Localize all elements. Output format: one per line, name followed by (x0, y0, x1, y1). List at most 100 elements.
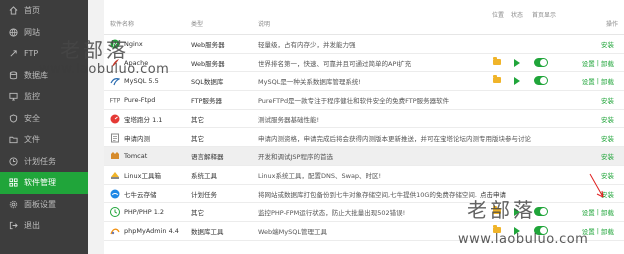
home-display-toggle[interactable] (534, 57, 548, 67)
uninstall-button[interactable]: 卸载 (601, 207, 614, 217)
header-operation: 操作 (606, 21, 619, 28)
software-name: 宝塔跑分 1.1 (110, 110, 190, 128)
sidebar-item-label: 网站 (24, 27, 40, 37)
qiniu-cloud-icon (110, 189, 120, 199)
header-name[interactable]: 软件名称 (110, 19, 134, 28)
header-home-display: 首页显示 (532, 12, 557, 19)
sidebar-item-label: 首页 (24, 6, 40, 16)
sidebar-item-label: FTP (24, 49, 39, 59)
install-button[interactable]: 安装 (601, 189, 614, 199)
row-actions: 安装 (580, 166, 624, 184)
sidebar-item-label: 面板设置 (24, 199, 56, 209)
software-table: 软件名称 类型 说明 位置 状态 首页显示 操作 N Nginx Web服务器 … (104, 0, 624, 254)
settings-button[interactable]: 设置 (582, 76, 595, 86)
folder-icon[interactable] (493, 56, 501, 65)
ftp-logo-icon: FTP (110, 95, 120, 105)
watermark-url: www.laobuluo.com (39, 62, 170, 77)
watermark-url: www.laobuluo.com (458, 232, 589, 247)
row-actions: 设置 | 卸载 (581, 76, 614, 87)
header-status: 状态 (511, 12, 524, 19)
table-row: 宝塔跑分 1.1 其它 测试服务器基础性能! 安装 (104, 110, 624, 129)
uninstall-button[interactable]: 卸载 (601, 58, 614, 68)
sidebar-item-label: 文件 (24, 135, 40, 145)
table-row: 七牛云存储 计划任务 将网站或数据库打包备份到七牛对象存储空间,七牛提供10G的… (104, 185, 624, 204)
install-button[interactable]: 安装 (601, 39, 614, 49)
uninstall-button[interactable]: 卸载 (601, 76, 614, 86)
software-name: phpMyAdmin 4.4 (110, 222, 190, 240)
software-type: 系统工具 (191, 171, 217, 180)
clock-icon (8, 156, 18, 166)
software-name: Tomcat (110, 147, 190, 165)
settings-button[interactable]: 设置 (582, 58, 595, 68)
header-type[interactable]: 类型 (191, 19, 203, 28)
logout-icon (8, 221, 18, 231)
table-row: PHP/PHP 1.2 其它 监控PHP-FPM运行状态，防止大批量出现502错… (104, 203, 624, 222)
sidebar-item-settings[interactable]: 面板设置 (0, 194, 88, 216)
software-desc: 轻量级，占有内存少，并发能力强 (258, 41, 356, 49)
software-type: SQL数据库 (191, 78, 224, 87)
software-name: FTP Pure-Ftpd (110, 95, 156, 105)
svg-text:FTP: FTP (110, 98, 120, 105)
row-actions: 安装 (580, 185, 624, 203)
php-monitor-icon (110, 207, 120, 218)
table-row: Apache Web服务器 世界排名第一，快速、可靠并且可通过简单的API扩充 … (104, 54, 624, 73)
sidebar-item-cron[interactable]: 计划任务 (0, 151, 88, 173)
sidebar-item-software[interactable]: 软件管理 (0, 172, 88, 194)
home-icon (8, 6, 18, 16)
settings-button[interactable]: 设置 (582, 207, 595, 217)
row-actions: 安装 (580, 35, 624, 53)
software-type: 其它 (191, 209, 204, 218)
software-type: 语言解释器 (191, 153, 224, 162)
software-type: 数据库工具 (191, 228, 224, 236)
sidebar-item-label: 计划任务 (24, 156, 56, 166)
folder-icon (8, 135, 18, 145)
sidebar-item-label: 监控 (24, 92, 40, 102)
software-type: FTP服务器 (191, 97, 223, 106)
sidebar-item-logout[interactable]: 退出 (0, 215, 88, 237)
home-display-toggle[interactable] (534, 207, 548, 217)
row-actions: 设置 | 卸载 (581, 58, 614, 68)
install-button[interactable]: 安装 (601, 151, 614, 161)
software-type: 其它 (191, 134, 204, 143)
running-status-icon (514, 58, 520, 67)
software-type: Web服务器 (191, 59, 225, 68)
software-type: Web服务器 (191, 41, 225, 49)
mysql-dolphin-icon (110, 76, 120, 86)
ftp-icon (8, 49, 18, 59)
sidebar-item-files[interactable]: 文件 (0, 129, 88, 151)
benchmark-icon (110, 114, 120, 124)
header-location: 位置 (492, 12, 505, 19)
install-button[interactable]: 安装 (601, 95, 614, 105)
row-actions: 安装 (580, 147, 624, 165)
phpmyadmin-icon (110, 226, 120, 236)
row-actions: 设置 | 卸载 (581, 207, 614, 218)
row-actions: 安装 (580, 91, 624, 109)
software-name: PHP/PHP 1.2 (110, 203, 190, 221)
running-status-icon (514, 77, 520, 86)
uninstall-button[interactable]: 卸载 (601, 226, 614, 236)
install-button[interactable]: 安装 (601, 133, 614, 143)
table-row: Linux工具箱 系统工具 Linux系统工具，配置DNS、Swap、时区! 安… (104, 166, 624, 185)
monitor-icon (8, 92, 18, 102)
database-icon (8, 70, 18, 80)
software-type: 其它 (191, 115, 204, 124)
tomcat-icon (110, 151, 120, 161)
sidebar-item-monitor[interactable]: 监控 (0, 86, 88, 108)
table-row: 申请内测 其它 申请内测资格，申请完成后将会获得内测版本更新推送，并可在宝塔论坛… (104, 129, 624, 148)
linux-toolbox-icon (110, 170, 120, 180)
sidebar-item-label: 软件管理 (24, 178, 56, 188)
sidebar-item-security[interactable]: 安全 (0, 108, 88, 130)
install-button[interactable]: 安装 (601, 114, 614, 124)
home-display-toggle[interactable] (534, 76, 548, 86)
header-desc: 说明 (258, 21, 271, 28)
table-header: 软件名称 类型 说明 位置 状态 首页显示 操作 (104, 0, 624, 35)
software-name: Linux工具箱 (110, 166, 190, 184)
install-button[interactable]: 安装 (601, 170, 614, 180)
sidebar-item-label: 退出 (24, 221, 40, 231)
software-desc: PureFTPd是一款专注于程序健壮和软件安全的免费FTP服务器软件 (258, 97, 450, 106)
row-actions: 安装 (580, 110, 624, 128)
globe-icon (8, 27, 18, 37)
sidebar-item-home[interactable]: 首页 (0, 0, 88, 22)
software-type: 计划任务 (191, 190, 217, 199)
folder-icon[interactable] (493, 75, 501, 84)
